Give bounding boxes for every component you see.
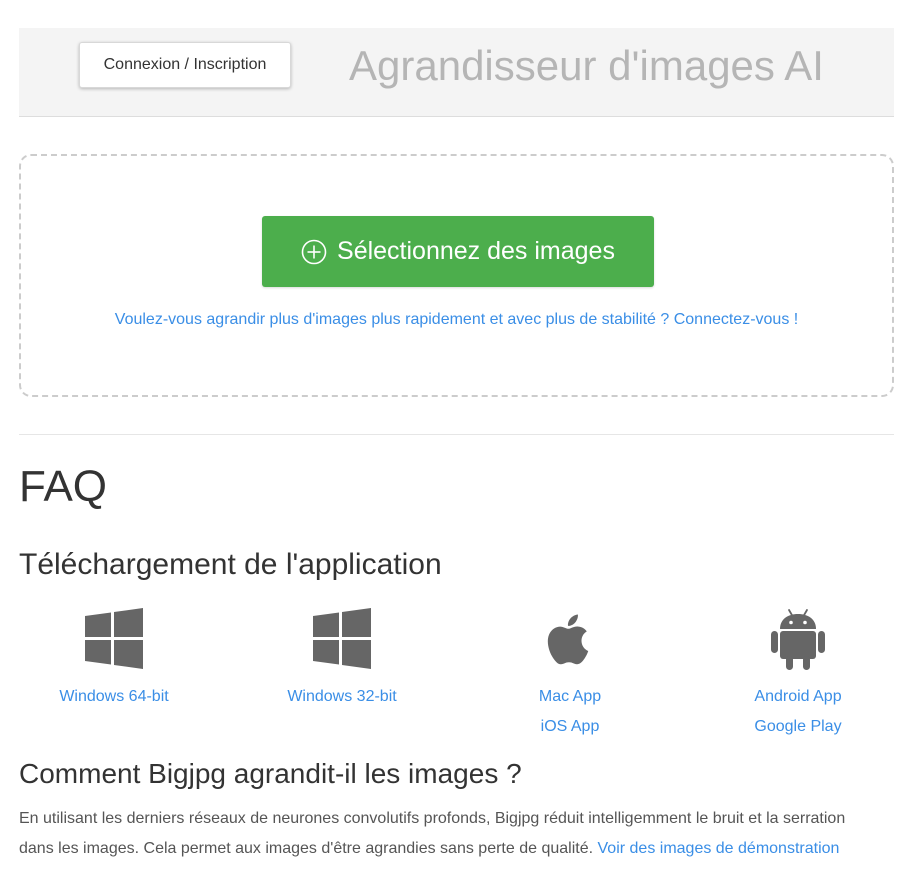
select-images-label: Sélectionnez des images: [337, 237, 615, 265]
faq-heading: FAQ: [19, 462, 108, 511]
login-register-button[interactable]: Connexion / Inscription: [79, 42, 291, 88]
windows-32-link[interactable]: Windows 32-bit: [247, 682, 437, 712]
header-bar: Connexion / Inscription Agrandisseur d'i…: [19, 28, 894, 117]
android-icon: [771, 609, 825, 670]
mac-app-link[interactable]: Mac App: [475, 682, 665, 712]
app-windows-64: Windows 64-bit: [19, 606, 209, 712]
app-android: Android App Google Play: [703, 606, 893, 742]
app-download-heading: Téléchargement de l'application: [19, 548, 442, 581]
windows-64-link[interactable]: Windows 64-bit: [19, 682, 209, 712]
how-it-works-heading: Comment Bigjpg agrandit-il les images ?: [19, 758, 522, 789]
plus-circle-icon: [301, 239, 327, 264]
apple-icon: [547, 614, 589, 665]
section-divider: [19, 434, 894, 435]
app-title: Agrandisseur d'images AI: [349, 42, 824, 89]
windows-icon: [313, 608, 371, 669]
demo-images-link[interactable]: Voir des images de démonstration: [598, 840, 840, 857]
app-windows-32: Windows 32-bit: [247, 606, 437, 712]
login-hint-link[interactable]: Voulez-vous agrandir plus d'images plus …: [21, 311, 892, 329]
android-app-link[interactable]: Android App: [703, 682, 893, 712]
ios-app-link[interactable]: iOS App: [475, 712, 665, 742]
google-play-link[interactable]: Google Play: [703, 712, 893, 742]
select-images-button[interactable]: Sélectionnez des images: [262, 216, 654, 287]
upload-dropzone[interactable]: Sélectionnez des images Voulez-vous agra…: [19, 154, 894, 397]
windows-icon: [85, 608, 143, 669]
app-apple: Mac App iOS App: [475, 606, 665, 742]
how-it-works-paragraph: En utilisant les derniers réseaux de neu…: [19, 804, 879, 864]
